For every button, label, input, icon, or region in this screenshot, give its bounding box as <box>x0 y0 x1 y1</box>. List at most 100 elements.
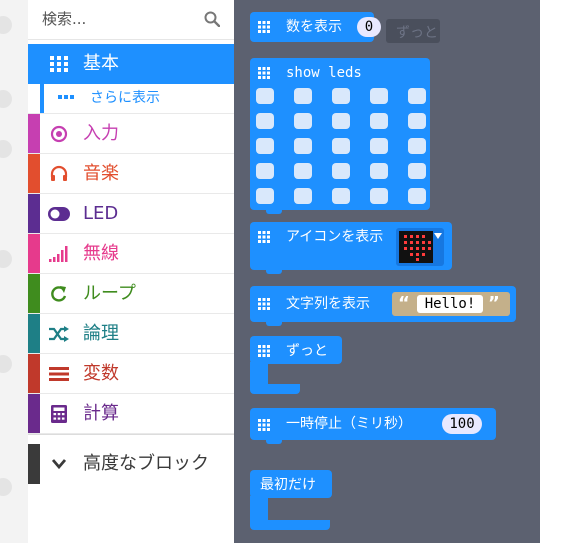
icon-dropdown[interactable] <box>396 228 444 266</box>
number-input[interactable]: 100 <box>442 414 482 434</box>
grid-icon <box>258 298 270 310</box>
grid-icon <box>258 345 270 357</box>
category-more[interactable]: さらに表示 <box>28 80 234 114</box>
workspace-decoration <box>0 250 12 268</box>
category-label: 計算 <box>83 403 119 424</box>
block-label: 文字列を表示 <box>286 296 370 312</box>
led-cell[interactable] <box>370 138 388 154</box>
workspace-right-margin <box>540 0 568 543</box>
led-cell[interactable] <box>370 88 388 104</box>
grid-icon <box>258 231 270 243</box>
on-start-block-foot <box>250 520 330 530</box>
category-music[interactable]: 音楽 <box>28 154 234 194</box>
lines-icon <box>48 364 70 384</box>
workspace-decoration <box>0 355 12 373</box>
search-box <box>28 0 234 40</box>
category-color-bar <box>28 194 40 233</box>
led-cell[interactable] <box>256 188 274 204</box>
workspace-decoration <box>0 478 12 496</box>
category-color-bar <box>28 274 40 313</box>
string-value[interactable]: Hello! <box>417 295 483 313</box>
category-label: 音楽 <box>83 163 119 184</box>
led-cell[interactable] <box>294 113 312 129</box>
led-cell[interactable] <box>370 113 388 129</box>
show-string-block[interactable]: 文字列を表示 “ Hello! ” <box>250 286 516 322</box>
category-color-bar <box>28 314 40 353</box>
category-radio[interactable]: 無線 <box>28 234 234 274</box>
category-label: 無線 <box>83 243 119 264</box>
led-cell[interactable] <box>408 88 426 104</box>
led-cell[interactable] <box>294 88 312 104</box>
led-cell[interactable] <box>332 163 350 179</box>
block-notch <box>266 269 282 274</box>
category-label: 論理 <box>83 323 119 344</box>
signal-bars-icon <box>48 244 70 264</box>
led-cell[interactable] <box>370 188 388 204</box>
heart-icon <box>399 231 433 263</box>
category-variables[interactable]: 変数 <box>28 354 234 394</box>
string-input[interactable]: “ Hello! ” <box>392 292 510 316</box>
led-cell[interactable] <box>332 188 350 204</box>
category-label: 高度なブロック <box>83 453 209 474</box>
forever-block[interactable]: ずっと <box>250 336 342 364</box>
block-label: 数を表示 <box>286 19 342 35</box>
grid-icon <box>48 54 70 74</box>
block-label: show leds <box>286 65 362 81</box>
pause-block[interactable]: 一時停止（ミリ秒） 100 <box>250 408 496 440</box>
led-cell[interactable] <box>370 163 388 179</box>
category-advanced[interactable]: 高度なブロック <box>28 444 234 484</box>
calculator-icon <box>48 404 70 424</box>
on-start-block[interactable]: 最初だけ <box>250 470 332 498</box>
led-cell[interactable] <box>294 163 312 179</box>
workspace-edge <box>0 0 28 543</box>
toolbox: 基本 さらに表示 入力 音楽 LED 無線 <box>28 0 235 543</box>
show-leds-block[interactable]: show leds <box>250 58 430 210</box>
category-label: LED <box>83 203 119 224</box>
chevron-down-icon <box>48 454 70 474</box>
category-color-bar <box>28 114 40 153</box>
toggle-icon <box>48 204 70 224</box>
led-cell[interactable] <box>332 88 350 104</box>
category-color-bar <box>28 394 40 433</box>
category-led[interactable]: LED <box>28 194 234 234</box>
led-cell[interactable] <box>256 113 274 129</box>
category-loops[interactable]: ループ <box>28 274 234 314</box>
led-cell[interactable] <box>256 138 274 154</box>
forever-block-foot <box>250 384 300 394</box>
dropdown-arrow-icon <box>434 233 442 239</box>
category-logic[interactable]: 論理 <box>28 314 234 354</box>
category-color-bar <box>28 234 40 273</box>
category-math[interactable]: 計算 <box>28 394 234 434</box>
show-icon-block[interactable]: アイコンを表示 <box>250 222 452 270</box>
grid-icon <box>258 419 270 431</box>
loop-arrow-icon <box>48 284 70 304</box>
workspace-decoration <box>0 16 12 34</box>
open-quote: “ <box>398 293 410 314</box>
led-cell[interactable] <box>408 138 426 154</box>
block-flyout: ずっと 数を表示 0 show leds アイコンを表示 文字列を表示 “ He… <box>234 0 540 543</box>
category-label: さらに表示 <box>90 90 160 106</box>
number-input[interactable]: 0 <box>357 17 381 37</box>
category-label: ループ <box>83 283 136 304</box>
block-notch <box>266 209 282 214</box>
show-number-block[interactable]: 数を表示 0 <box>250 12 381 42</box>
search-input[interactable] <box>42 6 202 32</box>
led-cell[interactable] <box>256 163 274 179</box>
category-label: 入力 <box>83 123 119 144</box>
led-cell[interactable] <box>256 88 274 104</box>
category-input[interactable]: 入力 <box>28 114 234 154</box>
workspace-decoration <box>0 90 12 108</box>
category-basic[interactable]: 基本 <box>28 44 234 84</box>
led-cell[interactable] <box>332 138 350 154</box>
led-cell[interactable] <box>294 188 312 204</box>
search-icon[interactable] <box>204 11 220 27</box>
ghost-forever-block: ずっと <box>386 19 440 43</box>
headphones-icon <box>48 164 70 184</box>
led-cell[interactable] <box>332 113 350 129</box>
led-cell[interactable] <box>408 163 426 179</box>
led-cell[interactable] <box>408 188 426 204</box>
category-color-bar <box>28 44 40 84</box>
block-label: ずっと <box>286 343 328 359</box>
led-cell[interactable] <box>294 138 312 154</box>
led-cell[interactable] <box>408 113 426 129</box>
